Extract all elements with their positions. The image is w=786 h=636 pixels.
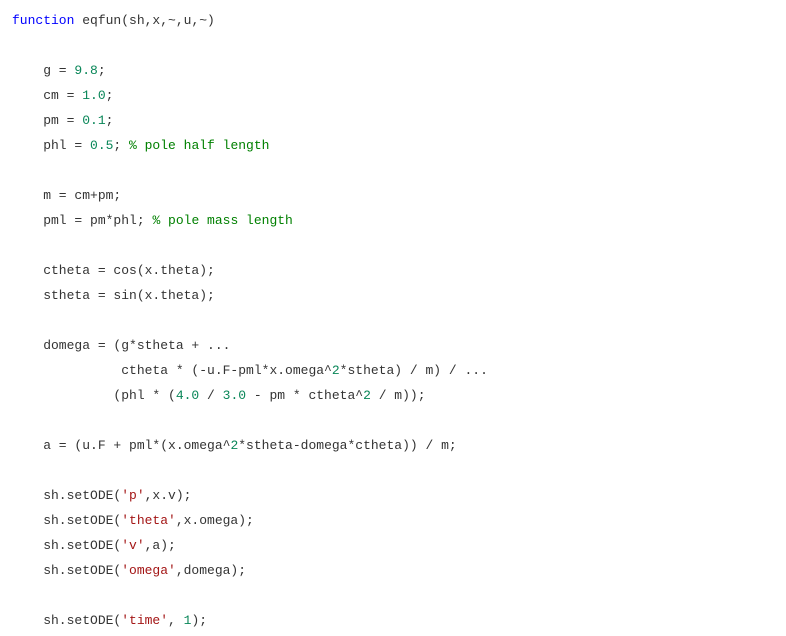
number-literal: 2 [332,363,340,378]
code-text: / m)); [371,388,426,403]
string-literal: 'omega' [121,563,176,578]
code-text: ,x.v); [145,488,192,503]
code-text: *stheta-domega*ctheta)) / m; [238,438,456,453]
number-literal: 9.8 [74,63,97,78]
number-literal: 2 [363,388,371,403]
code-text: ,domega); [176,563,246,578]
code-block: function eqfun(sh,x,~,u,~) g = 9.8; cm =… [0,0,786,636]
code-text: , [168,613,184,628]
code-line: pml = pm*phl; [12,213,152,228]
code-line: cm = [12,88,82,103]
code-line: stheta = sin(x.theta); [12,288,215,303]
code-line: g = [12,63,74,78]
code-line: ctheta = cos(x.theta); [12,263,215,278]
code-text: ,x.omega); [176,513,254,528]
code-line: domega = (g*stheta + ... [12,338,230,353]
code-line: m = cm+pm; [12,188,121,203]
comment: % pole mass length [152,213,292,228]
code-text: / [199,388,222,403]
keyword-function: function [12,13,74,28]
code-text: ); [191,613,207,628]
comment: % pole half length [129,138,269,153]
code-text: ; [98,63,106,78]
string-literal: 'theta' [121,513,176,528]
code-line: sh.setODE( [12,488,121,503]
code-text: *stheta) / m) / ... [340,363,488,378]
code-text: ,a); [145,538,176,553]
code-line: (phl * ( [12,388,176,403]
string-literal: 'p' [121,488,144,503]
code-text: - pm * ctheta^ [246,388,363,403]
code-line: ctheta * (-u.F-pml*x.omega^ [12,363,332,378]
code-text: ; [106,113,114,128]
number-literal: 1.0 [82,88,105,103]
number-literal: 3.0 [223,388,246,403]
func-decl: eqfun(sh,x,~,u,~) [74,13,214,28]
number-literal: 0.1 [82,113,105,128]
code-text: ; [106,88,114,103]
code-line: pm = [12,113,82,128]
code-line: sh.setODE( [12,513,121,528]
code-line: sh.setODE( [12,613,121,628]
code-line: sh.setODE( [12,538,121,553]
code-line: phl = [12,138,90,153]
number-literal: 4.0 [176,388,199,403]
code-line: a = (u.F + pml*(x.omega^ [12,438,230,453]
code-text: ; [113,138,129,153]
string-literal: 'v' [121,538,144,553]
string-literal: 'time' [121,613,168,628]
number-literal: 0.5 [90,138,113,153]
code-line: sh.setODE( [12,563,121,578]
